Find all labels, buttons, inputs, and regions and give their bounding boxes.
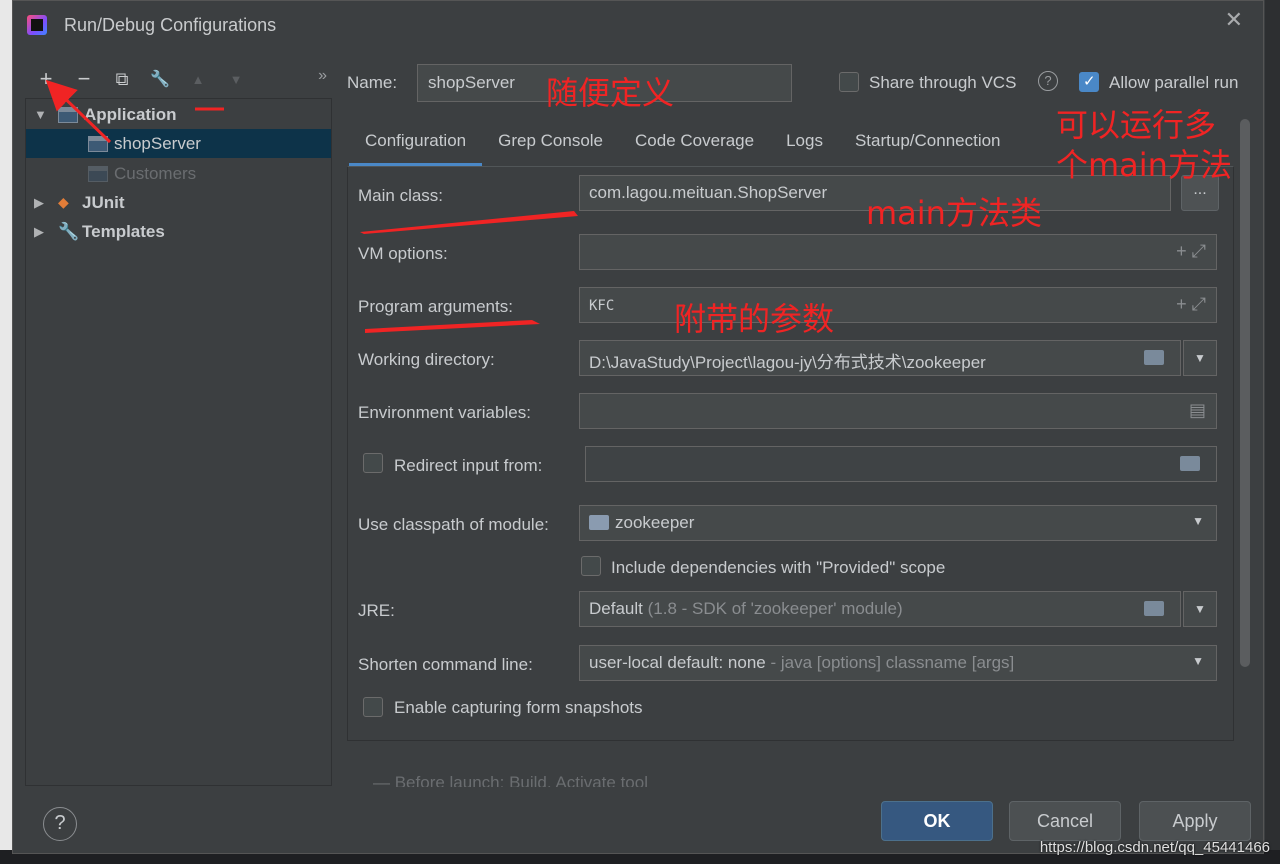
- junit-icon: ◆: [58, 194, 69, 210]
- annotation-parallel-2: 个main方法: [1056, 146, 1232, 184]
- env-vars-input[interactable]: ▤: [579, 393, 1217, 429]
- snapshots-label: Enable capturing form snapshots: [394, 698, 643, 717]
- background-window-right: [1264, 0, 1280, 864]
- remove-config-button[interactable]: −: [65, 65, 103, 93]
- redirect-input-label: Redirect input from:: [394, 456, 543, 475]
- application-icon: [88, 135, 108, 152]
- vm-options-label: VM options:: [358, 244, 448, 263]
- tab-code-coverage[interactable]: Code Coverage: [619, 119, 770, 167]
- main-class-value: com.lagou.meituan.ShopServer: [589, 183, 828, 202]
- config-tabs: Configuration Grep Console Code Coverage…: [349, 119, 1017, 167]
- intellij-logo-icon: [27, 15, 47, 35]
- tree-item-shopserver[interactable]: shopServer: [26, 129, 331, 158]
- copy-config-icon[interactable]: ⧉: [103, 65, 141, 93]
- jre-label: JRE:: [358, 601, 395, 620]
- tree-item-label: JUnit: [82, 192, 125, 212]
- wrench-icon: 🔧: [58, 221, 80, 241]
- move-up-icon[interactable]: ▲: [179, 65, 217, 93]
- shorten-hint: - java [options] classname [args]: [770, 653, 1015, 672]
- vm-options-input[interactable]: + ⤢: [579, 234, 1217, 270]
- working-dir-value: D:\JavaStudy\Project\lagou-jy\分布式技术\zook…: [589, 353, 986, 372]
- shorten-label: Shorten command line:: [358, 655, 533, 674]
- ok-button[interactable]: OK: [881, 801, 993, 841]
- snapshots-checkbox[interactable]: [363, 697, 383, 717]
- working-dir-input[interactable]: D:\JavaStudy\Project\lagou-jy\分布式技术\zook…: [579, 340, 1181, 376]
- tree-item-junit[interactable]: ▶ ◆ JUnit: [26, 188, 331, 217]
- jre-dropdown[interactable]: ▼: [1183, 591, 1217, 627]
- collapse-arrow-icon[interactable]: ▶: [34, 224, 48, 240]
- titlebar: Run/Debug Configurations ✕: [13, 1, 1263, 51]
- apply-button[interactable]: Apply: [1139, 801, 1251, 841]
- expand-icon[interactable]: + ⤢: [1176, 241, 1206, 262]
- jre-input[interactable]: Default (1.8 - SDK of 'zookeeper' module…: [579, 591, 1181, 627]
- dialog-title: Run/Debug Configurations: [64, 15, 277, 35]
- wrench-icon[interactable]: 🔧: [141, 65, 179, 93]
- chevron-down-icon: ▼: [1192, 514, 1204, 528]
- collapse-arrow-icon[interactable]: ▶: [34, 195, 48, 211]
- include-deps-checkbox[interactable]: [581, 556, 601, 576]
- annotation-name: 随便定义: [546, 74, 675, 112]
- folder-icon[interactable]: [1180, 453, 1206, 474]
- tab-logs[interactable]: Logs: [770, 119, 839, 167]
- shorten-value: user-local default: none: [589, 653, 766, 672]
- tab-configuration[interactable]: Configuration: [349, 119, 483, 167]
- help-button[interactable]: ?: [43, 807, 77, 841]
- background-window-left: [0, 0, 12, 864]
- tab-grep-console[interactable]: Grep Console: [482, 119, 619, 167]
- tree-item-label: shopServer: [114, 133, 201, 153]
- cancel-button[interactable]: Cancel: [1009, 801, 1121, 841]
- working-dir-label: Working directory:: [358, 350, 495, 369]
- application-icon: [58, 106, 78, 123]
- help-circle-icon[interactable]: ?: [1038, 71, 1058, 91]
- form-scrollbar[interactable]: [1240, 119, 1250, 667]
- redirect-input-checkbox[interactable]: [363, 453, 383, 473]
- jre-hint: (1.8 - SDK of 'zookeeper' module): [647, 599, 903, 618]
- shorten-select[interactable]: user-local default: none - java [options…: [579, 645, 1217, 681]
- move-down-icon[interactable]: ▼: [217, 65, 255, 93]
- document-icon[interactable]: ▤: [1189, 400, 1206, 421]
- watermark: https://blog.csdn.net/qq_45441466: [1039, 839, 1270, 856]
- add-config-button[interactable]: +: [27, 65, 65, 93]
- tree-item-label: Application: [84, 104, 177, 124]
- tree-item-customers[interactable]: Customers: [26, 159, 331, 188]
- expand-icon[interactable]: + ⤢: [1176, 294, 1206, 315]
- before-launch-section: — Before launch: Build, Activate tool wi…: [373, 773, 648, 787]
- env-vars-label: Environment variables:: [358, 403, 531, 422]
- close-icon[interactable]: ✕: [1225, 7, 1243, 33]
- annotation-main-class: main方法类: [866, 194, 1042, 232]
- tree-item-label: Customers: [114, 163, 197, 183]
- classpath-label: Use classpath of module:: [358, 515, 549, 534]
- share-vcs-label: Share through VCS: [869, 73, 1017, 92]
- expand-arrow-icon[interactable]: ▼: [34, 107, 48, 122]
- config-toolbar: + − ⧉ 🔧 ▲ ▼ »: [27, 65, 327, 93]
- tree-item-templates[interactable]: ▶ 🔧 Templates: [26, 217, 331, 246]
- program-args-value: KFC: [589, 298, 615, 314]
- chevron-down-icon: ▼: [1192, 654, 1204, 668]
- redirect-input-field[interactable]: [585, 446, 1217, 482]
- more-actions-icon[interactable]: »: [318, 67, 327, 85]
- classpath-select[interactable]: zookeeper ▼: [579, 505, 1217, 541]
- working-dir-dropdown[interactable]: ▼: [1183, 340, 1217, 376]
- config-tree: ▼ Application shopServer Customers ▶ ◆ J…: [25, 98, 332, 786]
- allow-parallel-label: Allow parallel run: [1109, 73, 1239, 92]
- name-label: Name:: [347, 73, 398, 92]
- jre-value: Default: [589, 599, 643, 618]
- folder-icon[interactable]: [1144, 598, 1170, 619]
- module-folder-icon: [589, 515, 609, 530]
- application-icon: [88, 165, 108, 182]
- classpath-value: zookeeper: [615, 513, 695, 532]
- tree-item-application[interactable]: ▼ Application: [26, 100, 331, 129]
- main-class-label: Main class:: [358, 186, 444, 205]
- allow-parallel-checkbox[interactable]: [1079, 72, 1099, 92]
- share-vcs-checkbox[interactable]: [839, 72, 859, 92]
- tab-startup-connection[interactable]: Startup/Connection: [839, 119, 1017, 167]
- folder-icon[interactable]: [1144, 347, 1170, 368]
- program-args-label: Program arguments:: [358, 297, 513, 316]
- include-deps-label: Include dependencies with "Provided" sco…: [611, 558, 946, 577]
- tree-item-label: Templates: [82, 221, 165, 241]
- annotation-args: 附带的参数: [674, 300, 835, 338]
